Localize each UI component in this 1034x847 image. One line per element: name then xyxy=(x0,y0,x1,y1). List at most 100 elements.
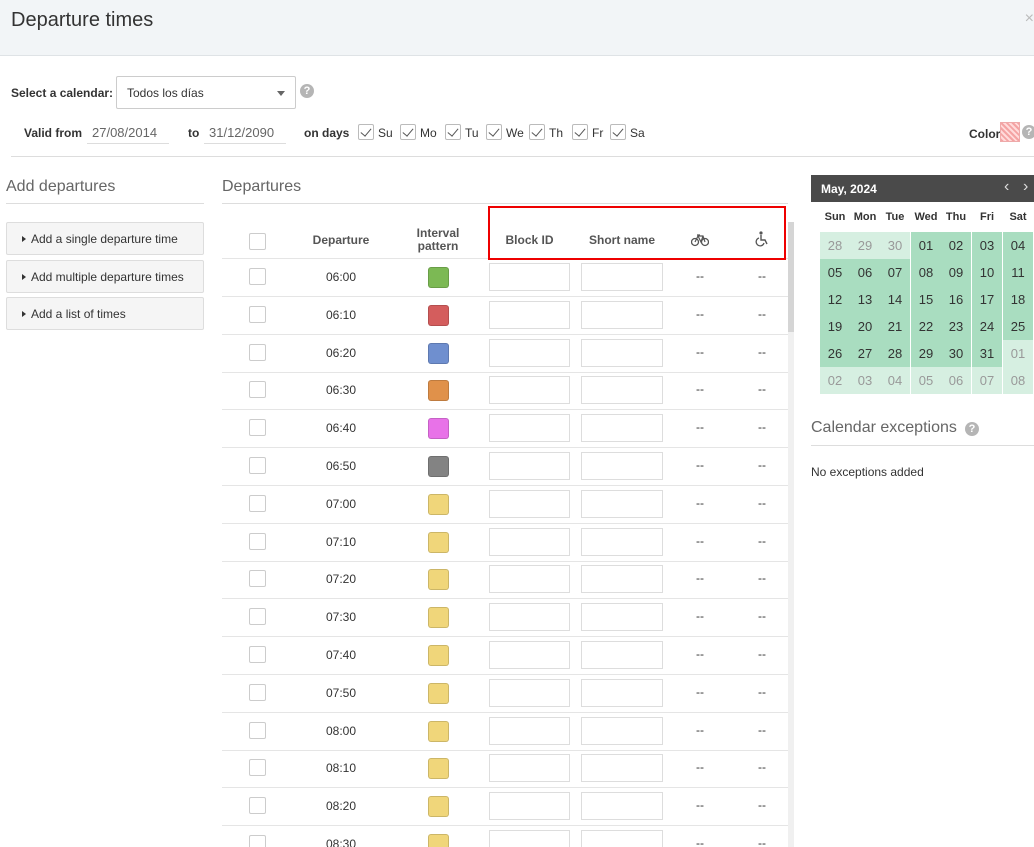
row-checkbox[interactable] xyxy=(249,494,266,512)
calendar-day[interactable]: 25 xyxy=(1003,313,1033,340)
calendar-day[interactable]: 19 xyxy=(820,313,850,340)
calendar-day[interactable]: 27 xyxy=(850,340,880,367)
calendar-day[interactable]: 04 xyxy=(1003,232,1033,259)
block-id-input[interactable] xyxy=(489,754,570,783)
short-name-input[interactable] xyxy=(581,716,663,745)
calendar-day[interactable]: 05 xyxy=(911,367,941,394)
block-id-input[interactable] xyxy=(489,603,570,632)
checkbox[interactable] xyxy=(486,124,502,140)
interval-pattern-swatch[interactable] xyxy=(428,758,449,780)
calendar-day[interactable]: 08 xyxy=(1003,367,1033,394)
calendar-day[interactable]: 28 xyxy=(820,232,850,259)
block-id-input[interactable] xyxy=(489,641,570,669)
row-checkbox[interactable] xyxy=(249,835,266,847)
calendar-day[interactable]: 05 xyxy=(820,259,850,286)
block-id-input[interactable] xyxy=(489,565,570,594)
short-name-input[interactable] xyxy=(581,754,663,783)
calendar-day[interactable]: 22 xyxy=(911,313,941,340)
short-name-input[interactable] xyxy=(581,263,663,291)
short-name-input[interactable] xyxy=(581,452,663,480)
short-name-input[interactable] xyxy=(581,527,663,556)
short-name-input[interactable] xyxy=(581,414,663,443)
next-month-icon[interactable]: › xyxy=(1023,178,1028,196)
short-name-input[interactable] xyxy=(581,830,663,847)
row-checkbox[interactable] xyxy=(249,419,266,437)
calendar-day[interactable]: 28 xyxy=(880,340,910,367)
calendar-day[interactable]: 02 xyxy=(941,232,971,259)
col-departure[interactable]: Departure xyxy=(307,234,375,247)
calendar-day[interactable]: 26 xyxy=(820,340,850,367)
calendar-day[interactable]: 06 xyxy=(850,259,880,286)
valid-to-input[interactable]: 31/12/2090 xyxy=(204,122,286,144)
calendar-day[interactable]: 03 xyxy=(850,367,880,394)
calendar-day[interactable]: 07 xyxy=(880,259,910,286)
calendar-day[interactable]: 17 xyxy=(972,286,1002,313)
interval-pattern-swatch[interactable] xyxy=(428,418,449,440)
calendar-day[interactable]: 14 xyxy=(880,286,910,313)
block-id-input[interactable] xyxy=(489,300,570,329)
calendar-day[interactable]: 12 xyxy=(820,286,850,313)
checkbox[interactable] xyxy=(529,124,545,140)
block-id-input[interactable] xyxy=(489,830,570,847)
interval-pattern-swatch[interactable] xyxy=(428,796,449,818)
calendar-day[interactable]: 11 xyxy=(1003,259,1033,286)
calendar-day[interactable]: 24 xyxy=(972,313,1002,340)
interval-pattern-swatch[interactable] xyxy=(428,493,449,515)
short-name-input[interactable] xyxy=(581,603,663,632)
calendar-day[interactable]: 16 xyxy=(941,286,971,313)
interval-pattern-swatch[interactable] xyxy=(428,456,449,477)
add-departure-button-0[interactable]: Add a single departure time xyxy=(6,222,204,255)
short-name-input[interactable] xyxy=(581,300,663,329)
row-checkbox[interactable] xyxy=(249,268,266,285)
block-id-input[interactable] xyxy=(489,338,570,367)
interval-pattern-swatch[interactable] xyxy=(428,645,449,666)
row-checkbox[interactable] xyxy=(249,343,266,361)
block-id-input[interactable] xyxy=(489,716,570,745)
color-swatch[interactable] xyxy=(1000,122,1020,142)
calendar-day[interactable]: 01 xyxy=(911,232,941,259)
add-departure-button-1[interactable]: Add multiple departure times xyxy=(6,260,204,293)
interval-pattern-swatch[interactable] xyxy=(428,380,449,402)
calendar-day[interactable]: 09 xyxy=(941,259,971,286)
calendar-day[interactable]: 08 xyxy=(911,259,941,286)
interval-pattern-swatch[interactable] xyxy=(428,304,449,326)
calendar-day[interactable]: 30 xyxy=(941,340,971,367)
help-icon[interactable]: ? xyxy=(965,422,979,436)
block-id-input[interactable] xyxy=(489,452,570,480)
row-checkbox[interactable] xyxy=(249,305,266,323)
add-departure-button-2[interactable]: Add a list of times xyxy=(6,297,204,330)
calendar-day[interactable]: 10 xyxy=(972,259,1002,286)
row-checkbox[interactable] xyxy=(249,457,266,474)
block-id-input[interactable] xyxy=(489,527,570,556)
calendar-day[interactable]: 29 xyxy=(911,340,941,367)
checkbox[interactable] xyxy=(358,124,374,140)
close-icon[interactable]: × xyxy=(1025,10,1034,28)
row-checkbox[interactable] xyxy=(249,570,266,588)
block-id-input[interactable] xyxy=(489,376,570,405)
block-id-input[interactable] xyxy=(489,678,570,707)
interval-pattern-swatch[interactable] xyxy=(428,267,449,288)
checkbox[interactable] xyxy=(610,124,626,140)
interval-pattern-swatch[interactable] xyxy=(428,569,449,591)
row-checkbox[interactable] xyxy=(249,797,266,815)
help-icon[interactable]: ? xyxy=(1022,125,1034,139)
calendar-day[interactable]: 03 xyxy=(972,232,1002,259)
calendar-day[interactable]: 02 xyxy=(820,367,850,394)
calendar-day[interactable]: 18 xyxy=(1003,286,1033,313)
row-checkbox[interactable] xyxy=(249,683,266,701)
checkbox[interactable] xyxy=(572,124,588,140)
calendar-day[interactable]: 30 xyxy=(880,232,910,259)
valid-from-input[interactable]: 27/08/2014 xyxy=(87,122,169,144)
interval-pattern-swatch[interactable] xyxy=(428,682,449,704)
short-name-input[interactable] xyxy=(581,641,663,669)
interval-pattern-swatch[interactable] xyxy=(428,834,449,847)
calendar-day[interactable]: 31 xyxy=(972,340,1002,367)
interval-pattern-swatch[interactable] xyxy=(428,531,449,553)
prev-month-icon[interactable]: ‹ xyxy=(1004,178,1009,196)
short-name-input[interactable] xyxy=(581,792,663,821)
block-id-input[interactable] xyxy=(489,414,570,443)
interval-pattern-swatch[interactable] xyxy=(428,342,449,364)
calendar-select[interactable]: Todos los días xyxy=(116,76,296,109)
select-all-checkbox[interactable] xyxy=(249,233,266,250)
calendar-day[interactable]: 15 xyxy=(911,286,941,313)
